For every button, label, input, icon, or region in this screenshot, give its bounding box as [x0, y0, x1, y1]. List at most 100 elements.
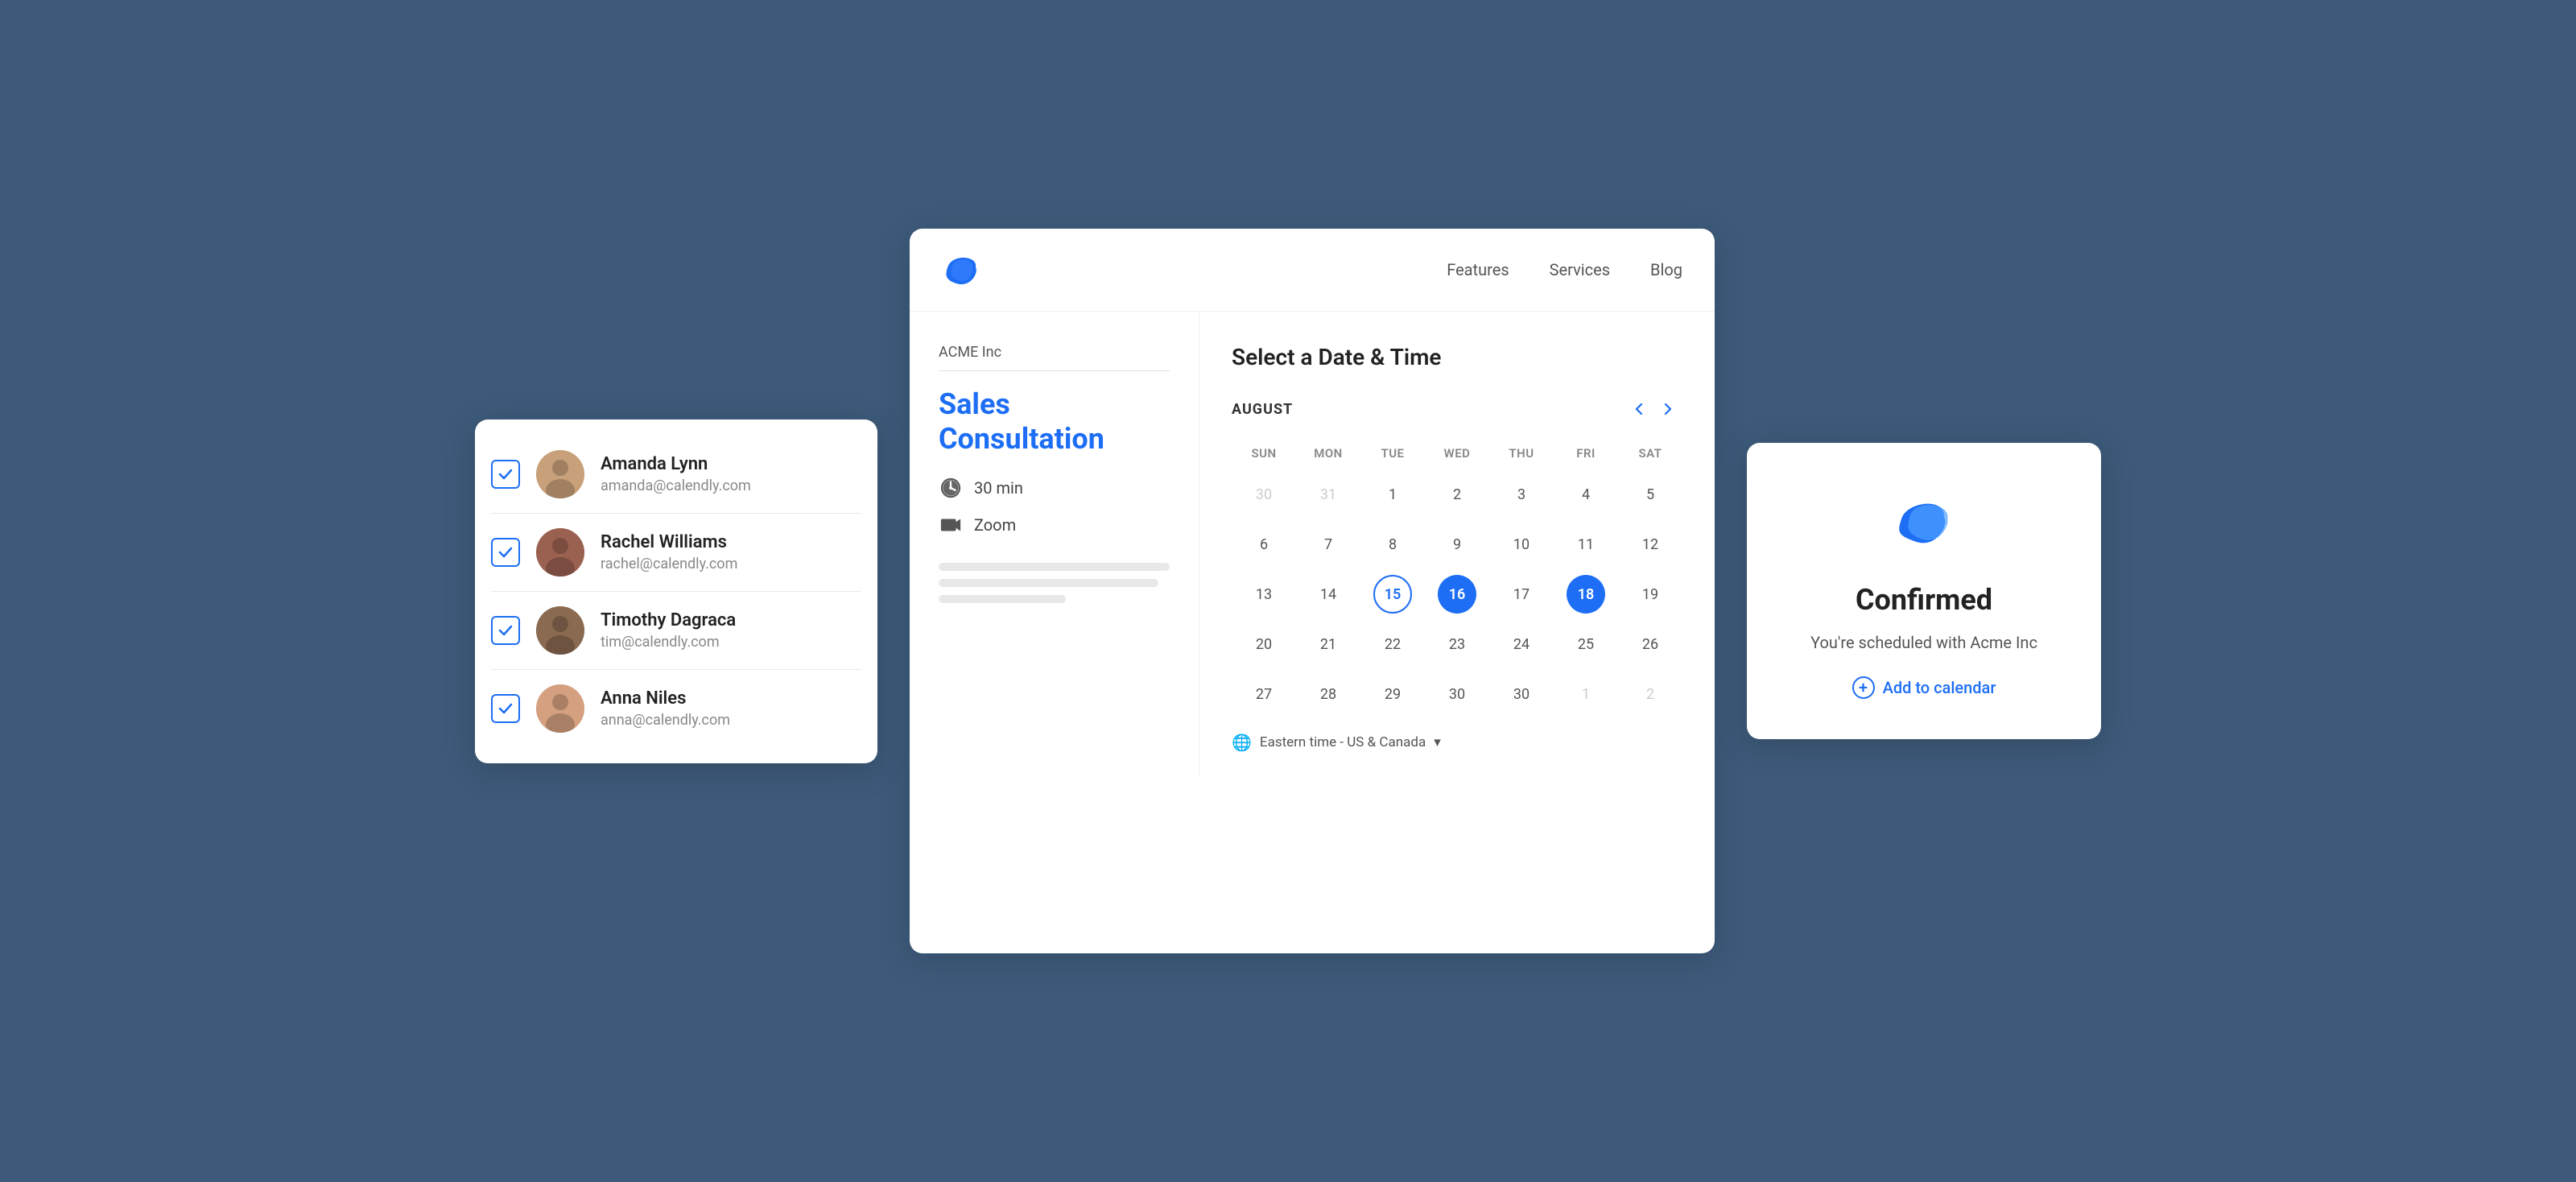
cal-day-0-6[interactable]: 5 [1631, 475, 1670, 514]
contact-email-4: anna@calendly.com [601, 712, 730, 729]
globe-icon: 🌐 [1232, 733, 1252, 752]
contact-item: Timothy Dagraca tim@calendly.com [491, 592, 861, 670]
confirmed-panel: Confirmed You're scheduled with Acme Inc… [1747, 443, 2101, 739]
contact-email-2: rachel@calendly.com [601, 556, 737, 572]
cal-day-2-3[interactable]: 16 [1438, 575, 1476, 614]
cal-day-3-6[interactable]: 26 [1631, 625, 1670, 663]
header-sun: SUN [1232, 440, 1296, 467]
calendar-week-3: 13 14 15 16 17 18 19 [1232, 572, 1682, 617]
company-name: ACME Inc [939, 344, 1170, 361]
month-label: AUGUST [1232, 401, 1624, 418]
description-placeholder [939, 563, 1170, 603]
cal-day-2-6[interactable]: 19 [1631, 575, 1670, 614]
main-body: ACME Inc Sales Consultation [910, 312, 1715, 776]
cal-day-1-6[interactable]: 12 [1631, 525, 1670, 564]
duration-meta: 30 min [939, 476, 1170, 500]
cal-day-3-1[interactable]: 21 [1309, 625, 1348, 663]
cal-day-1-4[interactable]: 10 [1502, 525, 1541, 564]
prev-month-button[interactable] [1624, 395, 1653, 424]
cal-day-3-3[interactable]: 23 [1438, 625, 1476, 663]
cal-day-2-5[interactable]: 18 [1567, 575, 1605, 614]
contact-avatar-3 [536, 606, 584, 655]
contact-checkbox-2[interactable] [491, 538, 520, 567]
scene: Amanda Lynn amanda@calendly.com Rachel W… [161, 229, 2415, 953]
contact-checkbox-3[interactable] [491, 616, 520, 645]
contact-item: Anna Niles anna@calendly.com [491, 670, 861, 747]
nav-blog[interactable]: Blog [1650, 260, 1682, 279]
contact-avatar-4 [536, 684, 584, 733]
cal-day-3-2[interactable]: 22 [1373, 625, 1412, 663]
calendar-week-2: 6789 10 11 12 [1232, 522, 1682, 567]
calendar-grid: SUN MON TUE WED THU FRI SAT 303112345678… [1232, 440, 1682, 717]
cal-day-3-5[interactable]: 25 [1567, 625, 1605, 663]
header-wed: WED [1425, 440, 1489, 467]
contact-email-1: amanda@calendly.com [601, 477, 751, 494]
cal-day-4-4[interactable]: 30 [1502, 675, 1541, 713]
contact-item: Amanda Lynn amanda@calendly.com [491, 436, 861, 514]
contact-email-3: tim@calendly.com [601, 634, 736, 651]
cal-day-2-2[interactable]: 15 [1373, 575, 1412, 614]
contact-checkbox-1[interactable] [491, 460, 520, 489]
nav-features[interactable]: Features [1447, 260, 1509, 279]
add-to-calendar-button[interactable]: + Add to calendar [1852, 676, 1996, 699]
cal-day-4-1[interactable]: 28 [1309, 675, 1348, 713]
confirmed-subtitle: You're scheduled with Acme Inc [1810, 633, 2037, 652]
cal-day-4-2[interactable]: 29 [1373, 675, 1412, 713]
add-circle-icon: + [1852, 676, 1875, 699]
cal-day-4-3[interactable]: 30 [1438, 675, 1476, 713]
next-month-button[interactable] [1653, 395, 1682, 424]
calendar-week-5: 272829303012 [1232, 672, 1682, 717]
calendly-logo [942, 250, 982, 290]
add-to-calendar-label: Add to calendar [1883, 678, 1996, 697]
header-sat: SAT [1618, 440, 1682, 467]
header-tue: TUE [1360, 440, 1425, 467]
cal-day-0-1: 31 [1309, 475, 1348, 514]
main-header: Features Services Blog [910, 229, 1715, 312]
contact-item: Rachel Williams rachel@calendly.com [491, 514, 861, 592]
calendar-section-title: Select a Date & Time [1232, 344, 1682, 370]
cal-day-4-0[interactable]: 27 [1245, 675, 1283, 713]
calendar-header: AUGUST [1232, 395, 1682, 424]
cal-day-1-2[interactable]: 8 [1373, 525, 1412, 564]
desc-line-1 [939, 563, 1170, 571]
calendar-week-1: 303112345 [1232, 472, 1682, 517]
cal-day-3-0[interactable]: 20 [1245, 625, 1283, 663]
cal-day-0-4[interactable]: 3 [1502, 475, 1541, 514]
contact-avatar-1 [536, 450, 584, 498]
timezone-dropdown-icon: ▾ [1434, 734, 1441, 750]
divider [939, 370, 1170, 371]
cal-day-4-5: 1 [1567, 675, 1605, 713]
contact-checkbox-4[interactable] [491, 694, 520, 723]
calendar-day-headers: SUN MON TUE WED THU FRI SAT [1232, 440, 1682, 467]
header-mon: MON [1296, 440, 1360, 467]
nav-links: Features Services Blog [1447, 260, 1682, 279]
contact-name-3: Timothy Dagraca [601, 610, 736, 630]
cal-day-2-0[interactable]: 13 [1245, 575, 1283, 614]
confirmed-logo [1888, 483, 1960, 559]
cal-day-1-5[interactable]: 11 [1567, 525, 1605, 564]
duration-label: 30 min [974, 478, 1023, 498]
event-meta: 30 min Zoom [939, 476, 1170, 537]
contact-avatar-2 [536, 528, 584, 577]
cal-day-1-3[interactable]: 9 [1438, 525, 1476, 564]
timezone-selector[interactable]: 🌐 Eastern time - US & Canada ▾ [1232, 733, 1682, 752]
desc-line-2 [939, 579, 1158, 587]
nav-services[interactable]: Services [1550, 260, 1610, 279]
platform-meta: Zoom [939, 513, 1170, 537]
cal-day-3-4[interactable]: 24 [1502, 625, 1541, 663]
contact-list-panel: Amanda Lynn amanda@calendly.com Rachel W… [475, 419, 877, 763]
cal-day-2-4[interactable]: 17 [1502, 575, 1541, 614]
contact-name-1: Amanda Lynn [601, 454, 751, 474]
calendar-section: Select a Date & Time AUGUST SUN MON [1199, 312, 1715, 776]
contact-info-3: Timothy Dagraca tim@calendly.com [601, 610, 736, 651]
header-thu: THU [1489, 440, 1554, 467]
cal-day-2-1[interactable]: 14 [1309, 575, 1348, 614]
cal-day-0-3[interactable]: 2 [1438, 475, 1476, 514]
platform-label: Zoom [974, 515, 1016, 535]
contact-name-4: Anna Niles [601, 688, 730, 709]
cal-day-0-2[interactable]: 1 [1373, 475, 1412, 514]
cal-day-1-0[interactable]: 6 [1245, 525, 1283, 564]
zoom-icon [939, 513, 963, 537]
cal-day-1-1[interactable]: 7 [1309, 525, 1348, 564]
cal-day-0-5[interactable]: 4 [1567, 475, 1605, 514]
